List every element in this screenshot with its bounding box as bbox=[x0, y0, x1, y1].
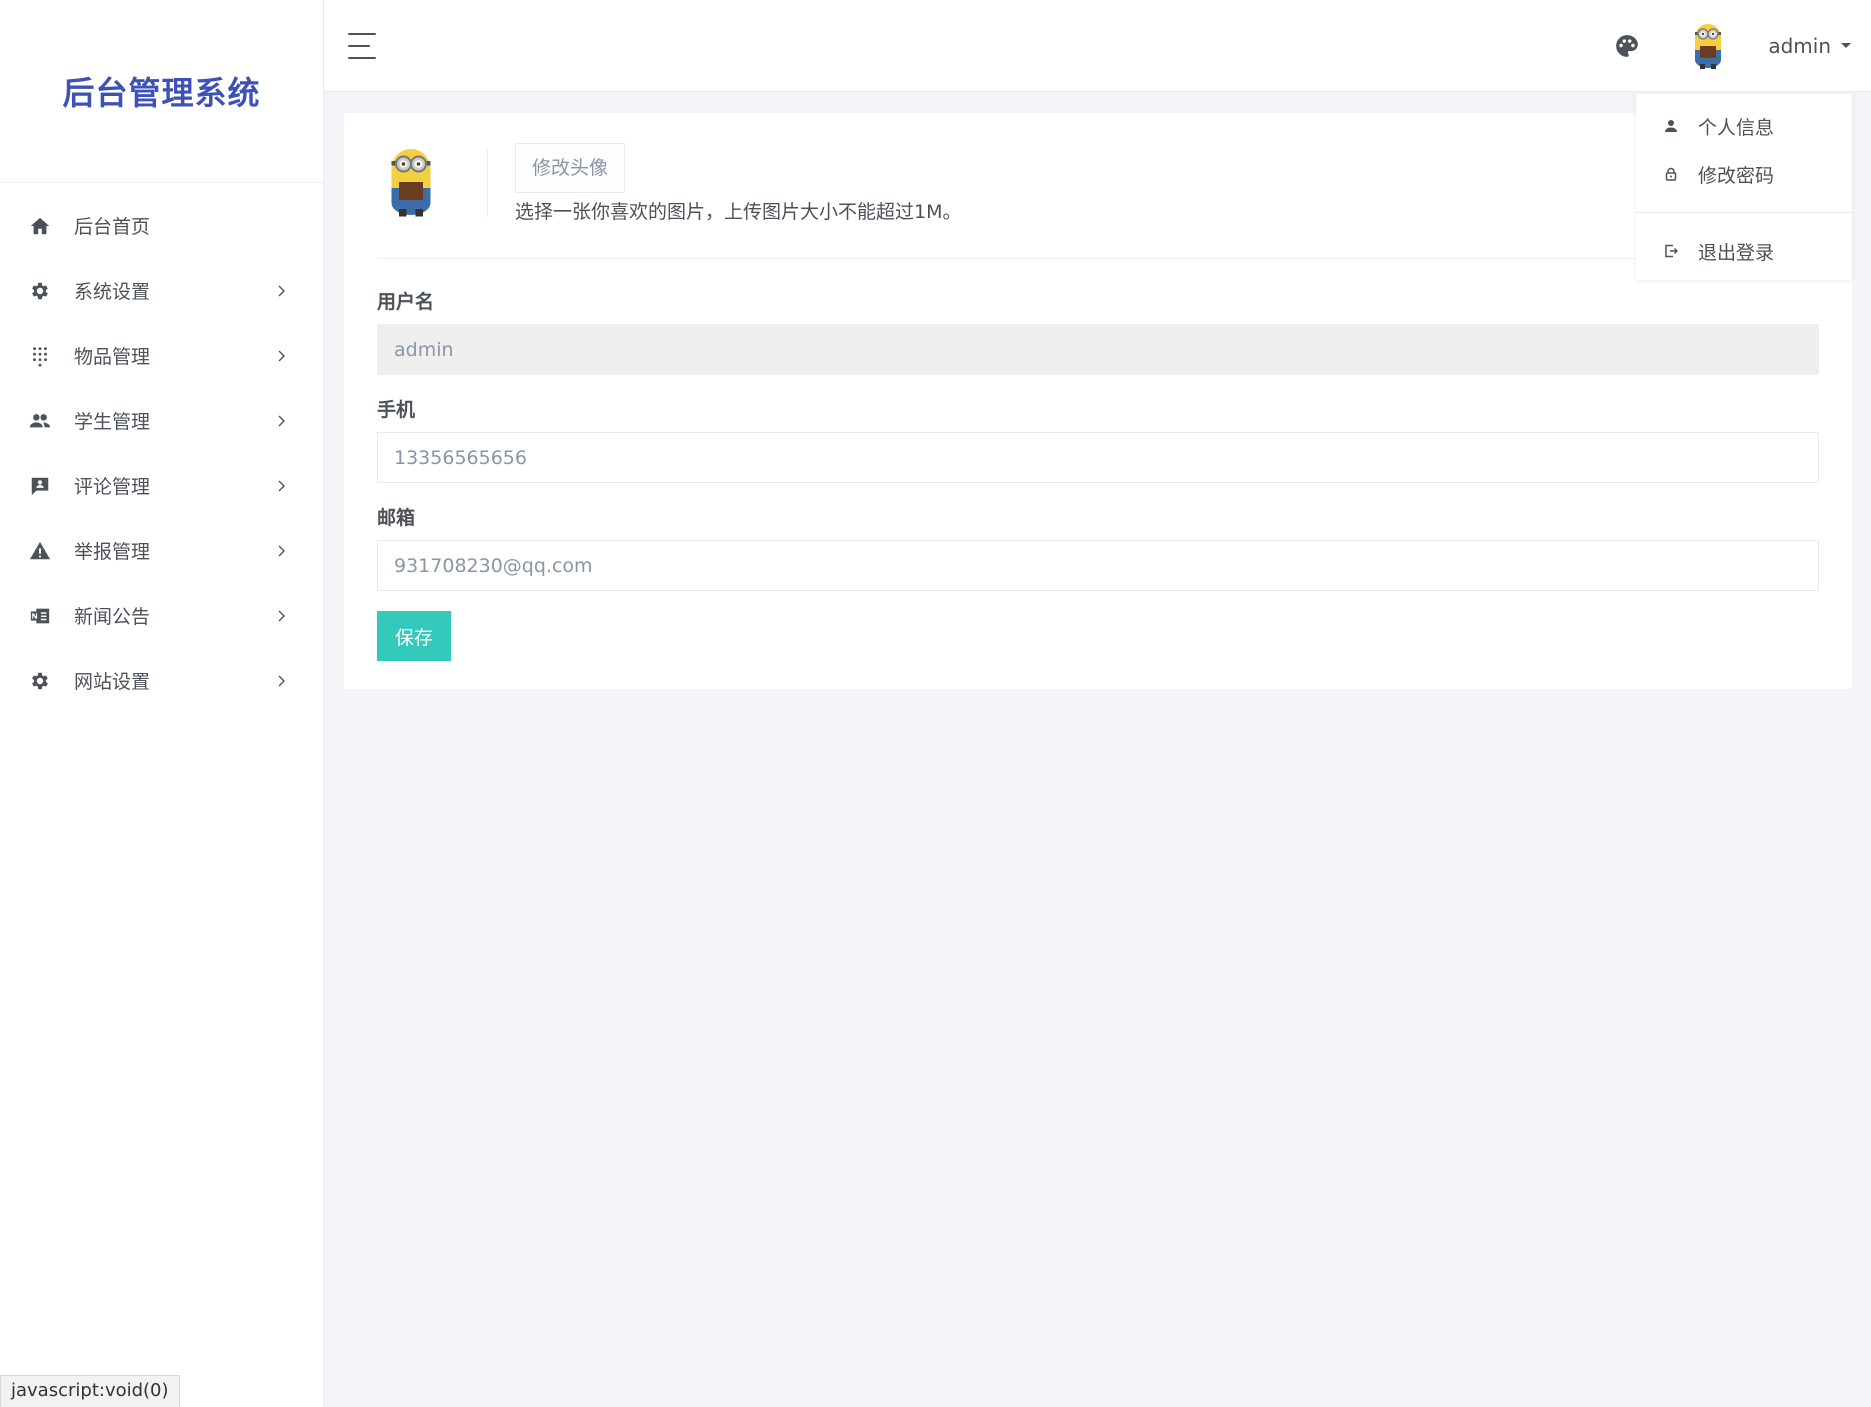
username-group: 用户名 admin bbox=[377, 287, 1819, 375]
sidebar-nav: 后台首页 系统设置 物品管理 学生管理 评论管理 举报管理 新闻公告 网站设置 bbox=[0, 183, 323, 713]
email-group: 邮箱 931708230@qq.com bbox=[377, 503, 1819, 591]
chevron-right-icon bbox=[275, 610, 287, 622]
user-icon bbox=[1665, 120, 1677, 132]
sidebar-item-label: 学生管理 bbox=[74, 411, 151, 433]
dropdown-item-change-password[interactable]: 修改密码 bbox=[1636, 150, 1852, 198]
dropdown-item-label: 修改密码 bbox=[1698, 164, 1775, 187]
avatar-hint: 选择一张你喜欢的图片，上传图片大小不能超过1M。 bbox=[515, 201, 962, 223]
palette-icon[interactable] bbox=[1614, 33, 1640, 59]
sidebar-item-comments[interactable]: 评论管理 bbox=[0, 453, 323, 518]
menu-icon[interactable] bbox=[348, 32, 380, 59]
comment-icon bbox=[28, 474, 52, 498]
profile-form: 用户名 admin 手机 13356565656 邮箱 931708230@qq… bbox=[377, 259, 1819, 661]
avatar-section: 修改头像 选择一张你喜欢的图片，上传图片大小不能超过1M。 bbox=[377, 113, 1819, 259]
logout-icon bbox=[1665, 244, 1678, 258]
sidebar-item-site-settings[interactable]: 网站设置 bbox=[0, 648, 323, 713]
warning-icon bbox=[28, 539, 52, 563]
sidebar-item-students[interactable]: 学生管理 bbox=[0, 388, 323, 453]
phone-label: 手机 bbox=[377, 399, 416, 421]
topbar-right: admin bbox=[1614, 0, 1871, 91]
username-field[interactable]: admin bbox=[377, 324, 1819, 375]
user-dropdown-menu: 个人信息 修改密码 退出登录 bbox=[1636, 94, 1852, 280]
gear-icon bbox=[28, 279, 52, 303]
avatar-actions: 修改头像 选择一张你喜欢的图片，上传图片大小不能超过1M。 bbox=[515, 143, 961, 224]
grid-dots-icon bbox=[28, 344, 52, 368]
topbar: admin bbox=[324, 0, 1871, 92]
sidebar-item-news[interactable]: 新闻公告 bbox=[0, 583, 323, 648]
sidebar-item-reports[interactable]: 举报管理 bbox=[0, 518, 323, 583]
sidebar-item-home[interactable]: 后台首页 bbox=[0, 193, 323, 258]
sidebar-item-label: 新闻公告 bbox=[74, 606, 151, 628]
dropdown-divider bbox=[1636, 212, 1852, 213]
profile-card: 修改头像 选择一张你喜欢的图片，上传图片大小不能超过1M。 用户名 admin … bbox=[344, 113, 1852, 689]
phone-group: 手机 13356565656 bbox=[377, 395, 1819, 483]
sidebar-item-label: 物品管理 bbox=[74, 346, 151, 368]
sidebar-item-label: 后台首页 bbox=[74, 216, 151, 238]
sidebar-item-label: 举报管理 bbox=[74, 541, 151, 563]
chevron-right-icon bbox=[275, 480, 287, 492]
chevron-right-icon bbox=[275, 350, 287, 362]
change-avatar-button[interactable]: 修改头像 bbox=[515, 143, 626, 193]
chevron-right-icon bbox=[275, 675, 287, 687]
sidebar-item-label: 网站设置 bbox=[74, 671, 151, 693]
sidebar-item-items[interactable]: 物品管理 bbox=[0, 323, 323, 388]
admin-app: 后台管理系统 后台首页 系统设置 物品管理 学生管理 评论管理 举报管理 新闻公… bbox=[0, 0, 1871, 1407]
username-label: 用户名 bbox=[377, 291, 435, 313]
sidebar-item-system-settings[interactable]: 系统设置 bbox=[0, 258, 323, 323]
sidebar: 后台管理系统 后台首页 系统设置 物品管理 学生管理 评论管理 举报管理 新闻公… bbox=[0, 0, 324, 1407]
browser-status-bar: javascript:void(0) bbox=[0, 1375, 180, 1407]
home-icon bbox=[28, 214, 52, 238]
news-icon bbox=[28, 604, 52, 628]
divider bbox=[487, 149, 488, 217]
sidebar-item-label: 系统设置 bbox=[74, 281, 151, 303]
dropdown-item-label: 个人信息 bbox=[1698, 116, 1775, 139]
chevron-right-icon bbox=[275, 545, 287, 557]
gear-icon bbox=[28, 669, 52, 693]
header-username: admin bbox=[1768, 33, 1831, 58]
avatar[interactable] bbox=[1688, 20, 1728, 72]
save-button[interactable]: 保存 bbox=[377, 611, 451, 661]
user-menu-toggle[interactable]: admin bbox=[1768, 34, 1851, 58]
dropdown-item-logout[interactable]: 退出登录 bbox=[1636, 227, 1852, 275]
phone-field[interactable]: 13356565656 bbox=[377, 432, 1819, 483]
email-field[interactable]: 931708230@qq.com bbox=[377, 540, 1819, 591]
brand-title[interactable]: 后台管理系统 bbox=[62, 68, 260, 114]
chevron-right-icon bbox=[275, 415, 287, 427]
email-label: 邮箱 bbox=[377, 507, 416, 529]
dropdown-item-label: 退出登录 bbox=[1698, 241, 1775, 264]
lock-icon bbox=[1665, 167, 1677, 181]
dropdown-item-profile[interactable]: 个人信息 bbox=[1636, 102, 1852, 150]
profile-avatar bbox=[391, 149, 431, 217]
chevron-right-icon bbox=[275, 285, 287, 297]
brand: 后台管理系统 bbox=[0, 0, 323, 183]
caret-down-icon bbox=[1841, 43, 1851, 48]
sidebar-item-label: 评论管理 bbox=[74, 476, 151, 498]
users-icon bbox=[28, 409, 52, 433]
